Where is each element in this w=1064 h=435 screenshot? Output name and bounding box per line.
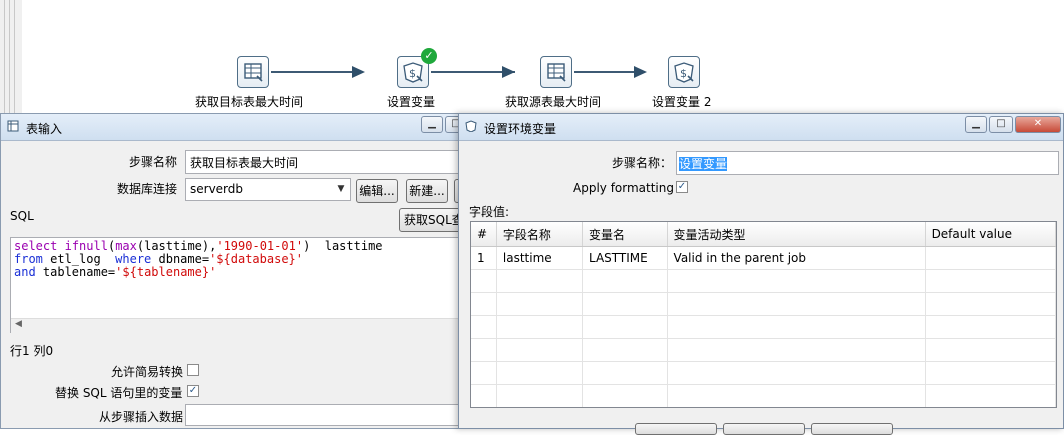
hop-arrow-icon [352,66,365,78]
default-value-cell[interactable] [925,246,1056,270]
table-header-row: # 字段名称 变量名 变量活动类型 Default value [471,222,1056,247]
table-row [471,269,1056,293]
column-header-variable-name[interactable]: 变量名 [582,222,668,247]
minimize-button[interactable]: ▁ [421,116,443,133]
canvas-left-strip [0,0,22,113]
sql-function: max [115,239,137,253]
dialog-title: 表输入 [26,122,63,136]
step-label-3: 获取源表最大时间 [505,95,602,109]
set-variables-titlebar: 设置环境变量 ▁ □ ✕ [459,114,1063,141]
table-row [471,315,1056,339]
table-input-title-icon [7,120,19,132]
column-header-field-name[interactable]: 字段名称 [496,222,584,247]
hop-arrow-icon [502,66,515,78]
sql-function: ifnull [64,239,108,253]
new-connection-button[interactable]: 新建... [406,179,448,203]
step-name-field[interactable]: 获取目标表最大时间 [185,150,463,174]
replace-variables-checkbox[interactable]: ✓ [187,385,199,397]
set-variables-title-icon [465,120,477,132]
set-var-step-name-label: 步骤名称： [612,156,673,170]
row-number-cell: 1 [471,246,497,270]
apply-formatting-checkbox[interactable]: ✓ [676,181,688,193]
step-name-label: 步骤名称 [129,155,178,169]
svg-text:$: $ [409,67,416,80]
set-var-step-name-field[interactable]: 设置变量 [676,151,1059,175]
edit-connection-button[interactable]: 编辑... [356,179,398,203]
step-label-4: 设置变量 2 [652,95,712,109]
dialog-title: 设置环境变量 [484,122,557,136]
hop-1 [271,71,355,73]
table-input-titlebar: 表输入 ▁ □ [1,114,469,141]
table-row [471,292,1056,316]
step-label-1: 获取目标表最大时间 [195,95,304,109]
apply-formatting-label: Apply formatting [573,181,674,195]
hop-arrow-icon [634,66,647,78]
sql-horizontal-scrollbar[interactable]: ◀ [11,318,464,333]
close-button[interactable]: ✕ [1015,116,1061,133]
chevron-down-icon[interactable]: ▼ [333,180,349,199]
sql-text: dbname= [151,252,210,266]
dialog-button-1[interactable] [635,423,717,435]
sql-text: ) lasttime [303,239,383,253]
lazy-conversion-checkbox[interactable] [187,364,199,376]
insert-from-step-select[interactable] [185,404,465,426]
variable-name-cell[interactable]: LASTTIME [582,246,668,270]
cursor-position-text: 行1 列0 [10,344,54,358]
step-label-2: 设置变量 [387,95,436,109]
selected-text: 设置变量 [679,157,728,171]
table-row [471,361,1056,385]
sql-string: '${database}' [209,252,303,266]
step-success-check-icon: ✓ [421,48,437,64]
sql-text: (lasttime), [136,239,217,253]
svg-text:$: $ [680,67,687,80]
db-connection-select[interactable]: serverdb [185,178,351,201]
db-connection-label: 数据库连接 [117,182,178,196]
dialog-button-2[interactable] [723,423,805,435]
column-header-num[interactable]: # [471,222,497,247]
insert-from-step-label: 从步骤插入数据 [99,410,184,424]
column-header-default-value[interactable]: Default value [925,222,1056,247]
table-row [471,384,1056,407]
sql-text: tablename= [35,265,116,279]
scroll-left-icon[interactable]: ◀ [15,319,22,329]
fields-label: 字段值: [469,205,510,219]
sql-keyword: where [115,252,152,266]
step-table-input-icon[interactable] [237,56,269,88]
sql-text: etl_log [42,252,116,266]
variable-type-cell[interactable]: Valid in the parent job [667,246,926,270]
sql-keyword: from [14,252,43,266]
table-row [471,338,1056,362]
dialog-button-3[interactable] [811,423,893,435]
step-set-variable-icon[interactable]: $ [668,56,700,88]
sql-label: SQL [10,209,34,223]
sql-keyword: and [14,265,36,279]
sql-string: '${tablename}' [115,265,217,279]
sql-string: '1990-01-01' [216,239,304,253]
minimize-button[interactable]: ▁ [965,116,987,133]
fields-table[interactable]: # 字段名称 变量名 变量活动类型 Default value 1 lastti… [470,221,1057,408]
column-header-variable-type[interactable]: 变量活动类型 [667,222,926,247]
sql-keyword: select [14,239,58,253]
lazy-conversion-label: 允许简易转换 [111,365,184,379]
maximize-button[interactable]: □ [989,116,1013,133]
hop-3 [574,71,640,73]
field-name-cell[interactable]: lasttime [496,246,584,270]
table-row[interactable]: 1 lasttime LASTTIME Valid in the parent … [471,246,1056,270]
replace-variables-label: 替换 SQL 语句里的变量 [55,386,183,400]
step-table-input-icon[interactable] [540,56,572,88]
